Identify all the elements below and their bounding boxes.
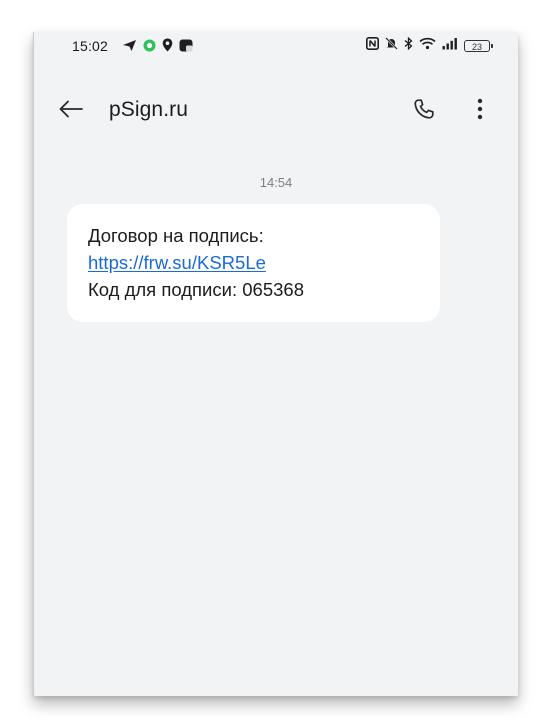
message-timestamp: 14:54 <box>259 175 293 190</box>
app-bar: pSign.ru <box>34 92 518 132</box>
call-button[interactable] <box>408 95 440 127</box>
message-bubble-icon <box>143 39 156 57</box>
more-vertical-icon <box>477 98 483 125</box>
send-icon <box>122 39 137 57</box>
conversation-title: pSign.ru <box>109 98 189 121</box>
signal-icon <box>442 37 458 55</box>
back-button[interactable] <box>56 96 86 126</box>
message-text-line: Договор на подпись: <box>88 225 264 246</box>
battery-icon: 23 <box>464 40 493 52</box>
bell-muted-icon <box>385 37 398 55</box>
more-options-button[interactable] <box>464 95 496 127</box>
wifi-icon <box>419 37 436 55</box>
bluetooth-icon <box>404 36 413 55</box>
message-link[interactable]: https://frw.su/KSR5Le <box>88 252 266 273</box>
message-bubble[interactable]: Договор на подпись: https://frw.su/KSR5L… <box>67 204 440 322</box>
screenshot-stage: 15:02 23 pSign.ru 14:54 Договор на подпи… <box>0 0 548 728</box>
status-right-icons: 23 <box>366 36 493 55</box>
message-link-line: https://frw.su/KSR5Le <box>88 249 420 276</box>
status-time: 15:02 <box>72 38 109 54</box>
nfc-icon <box>366 37 379 55</box>
arrow-left-icon <box>59 100 83 123</box>
status-bar: 15:02 23 <box>34 32 518 60</box>
status-left-icons <box>122 38 193 57</box>
phone-icon <box>413 98 435 125</box>
phone-screen: 15:02 23 pSign.ru 14:54 Договор на подпи… <box>33 32 518 696</box>
location-pin-icon <box>162 38 173 57</box>
message-code-line: Код для подписи: 065368 <box>88 279 304 300</box>
notification-card-icon <box>179 39 193 57</box>
